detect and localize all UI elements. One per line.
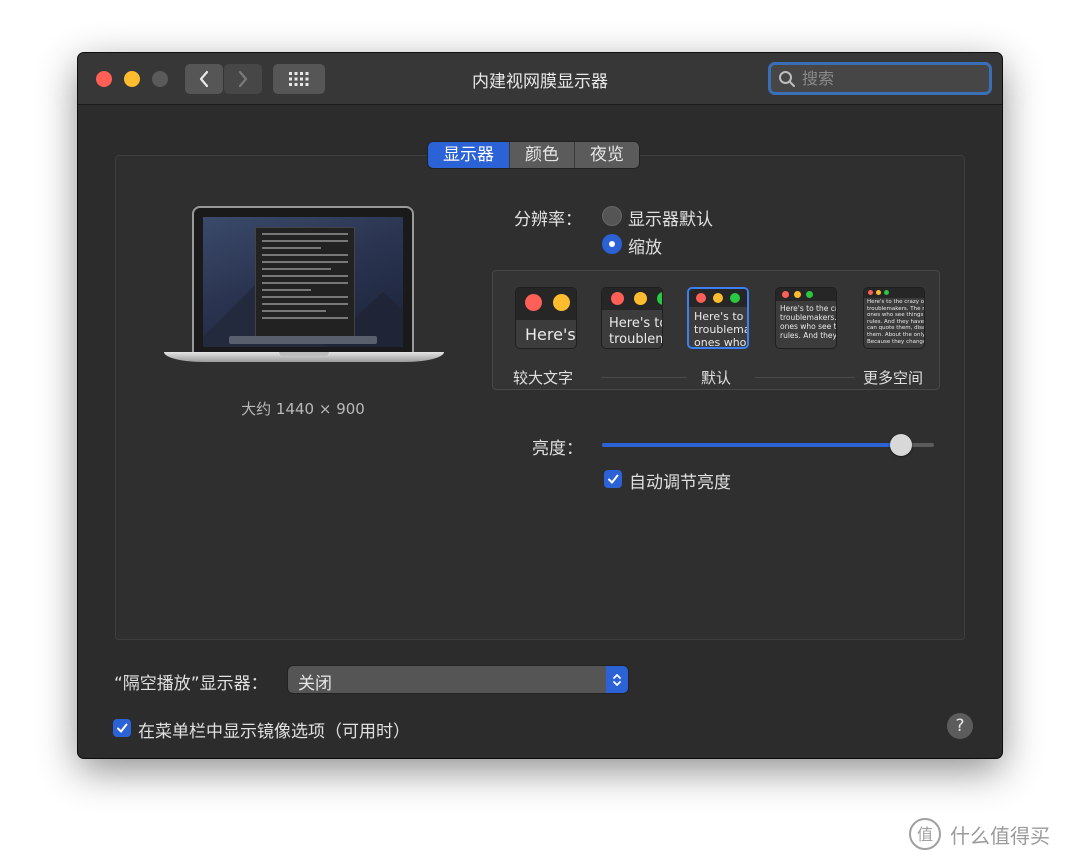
svg-text:值: 值 <box>917 825 933 844</box>
scale-divider <box>601 377 687 378</box>
airplay-display-value: 关闭 <box>298 674 332 694</box>
airplay-display-popup[interactable]: 关闭 <box>288 666 628 694</box>
checkmark-icon <box>608 474 619 484</box>
scale-preview-text: Here's to troublem <box>609 316 663 347</box>
radio-scaled[interactable] <box>602 234 622 254</box>
resolution-label: 分辨率： <box>514 210 582 230</box>
tab-display[interactable]: 显示器 <box>428 142 510 168</box>
brightness-fill <box>602 443 901 447</box>
search-input[interactable] <box>800 68 984 89</box>
watermark: 值 什么值得买 <box>908 814 1078 854</box>
brightness-slider[interactable] <box>602 434 934 456</box>
laptop-preview-image <box>164 206 444 376</box>
scale-label-default: 默认 <box>701 369 732 387</box>
resolution-caption: 大约 1440 × 900 <box>241 400 365 418</box>
scale-preview-text: Here's to the cr troublemakers. ones who… <box>780 304 837 340</box>
scale-option-more-space[interactable]: Here's to the crazy one troublemakers. T… <box>863 287 925 349</box>
scaling-options: Here's Here's to troublem Here's to t tr… <box>492 270 940 390</box>
scale-divider <box>755 377 855 378</box>
brightness-slider-knob[interactable] <box>889 434 912 456</box>
scale-label-larger-text: 较大文字 <box>513 369 574 387</box>
scale-preview-text: Here's to the crazy one troublemakers. T… <box>867 299 925 345</box>
search-field[interactable] <box>768 62 992 95</box>
tab-night-shift[interactable]: 夜览 <box>575 142 639 168</box>
tab-bar: 显示器 颜色 夜览 <box>428 142 639 168</box>
scale-option-default[interactable]: Here's to t troublema ones who <box>687 287 749 349</box>
scale-preview-text: Here's <box>525 325 576 344</box>
radio-scaled-label: 缩放 <box>628 238 662 258</box>
help-button[interactable]: ? <box>947 713 973 739</box>
checkmark-icon <box>117 723 128 733</box>
scale-option-4[interactable]: Here's to the cr troublemakers. ones who… <box>775 287 837 349</box>
auto-brightness-checkbox[interactable] <box>604 470 622 488</box>
watermark-logo-icon: 值 <box>909 818 941 850</box>
preferences-window: 内建视网膜显示器 显示器 颜色 夜览 大约 1440 × 900 分辨率： 显示… <box>78 53 1002 758</box>
search-icon <box>778 70 796 88</box>
scale-preview-text: Here's to t troublema ones who <box>694 310 749 349</box>
scale-label-more-space: 更多空间 <box>863 369 924 387</box>
scale-option-larger-text[interactable]: Here's <box>515 287 577 349</box>
brightness-label: 亮度： <box>532 439 583 459</box>
updown-chevron-icon <box>606 666 628 693</box>
radio-default-for-display[interactable] <box>602 206 622 226</box>
mirror-options-checkbox[interactable] <box>113 719 131 737</box>
mirror-options-label: 在菜单栏中显示镜像选项（可用时） <box>138 722 410 742</box>
airplay-display-label: “隔空播放”显示器： <box>114 674 268 694</box>
scale-option-2[interactable]: Here's to troublem <box>601 287 663 349</box>
radio-default-label: 显示器默认 <box>628 210 713 230</box>
watermark-text: 什么值得买 <box>950 823 1050 848</box>
auto-brightness-label: 自动调节亮度 <box>629 473 731 493</box>
tab-color[interactable]: 颜色 <box>510 142 575 168</box>
title-bar: 内建视网膜显示器 <box>78 53 1002 105</box>
